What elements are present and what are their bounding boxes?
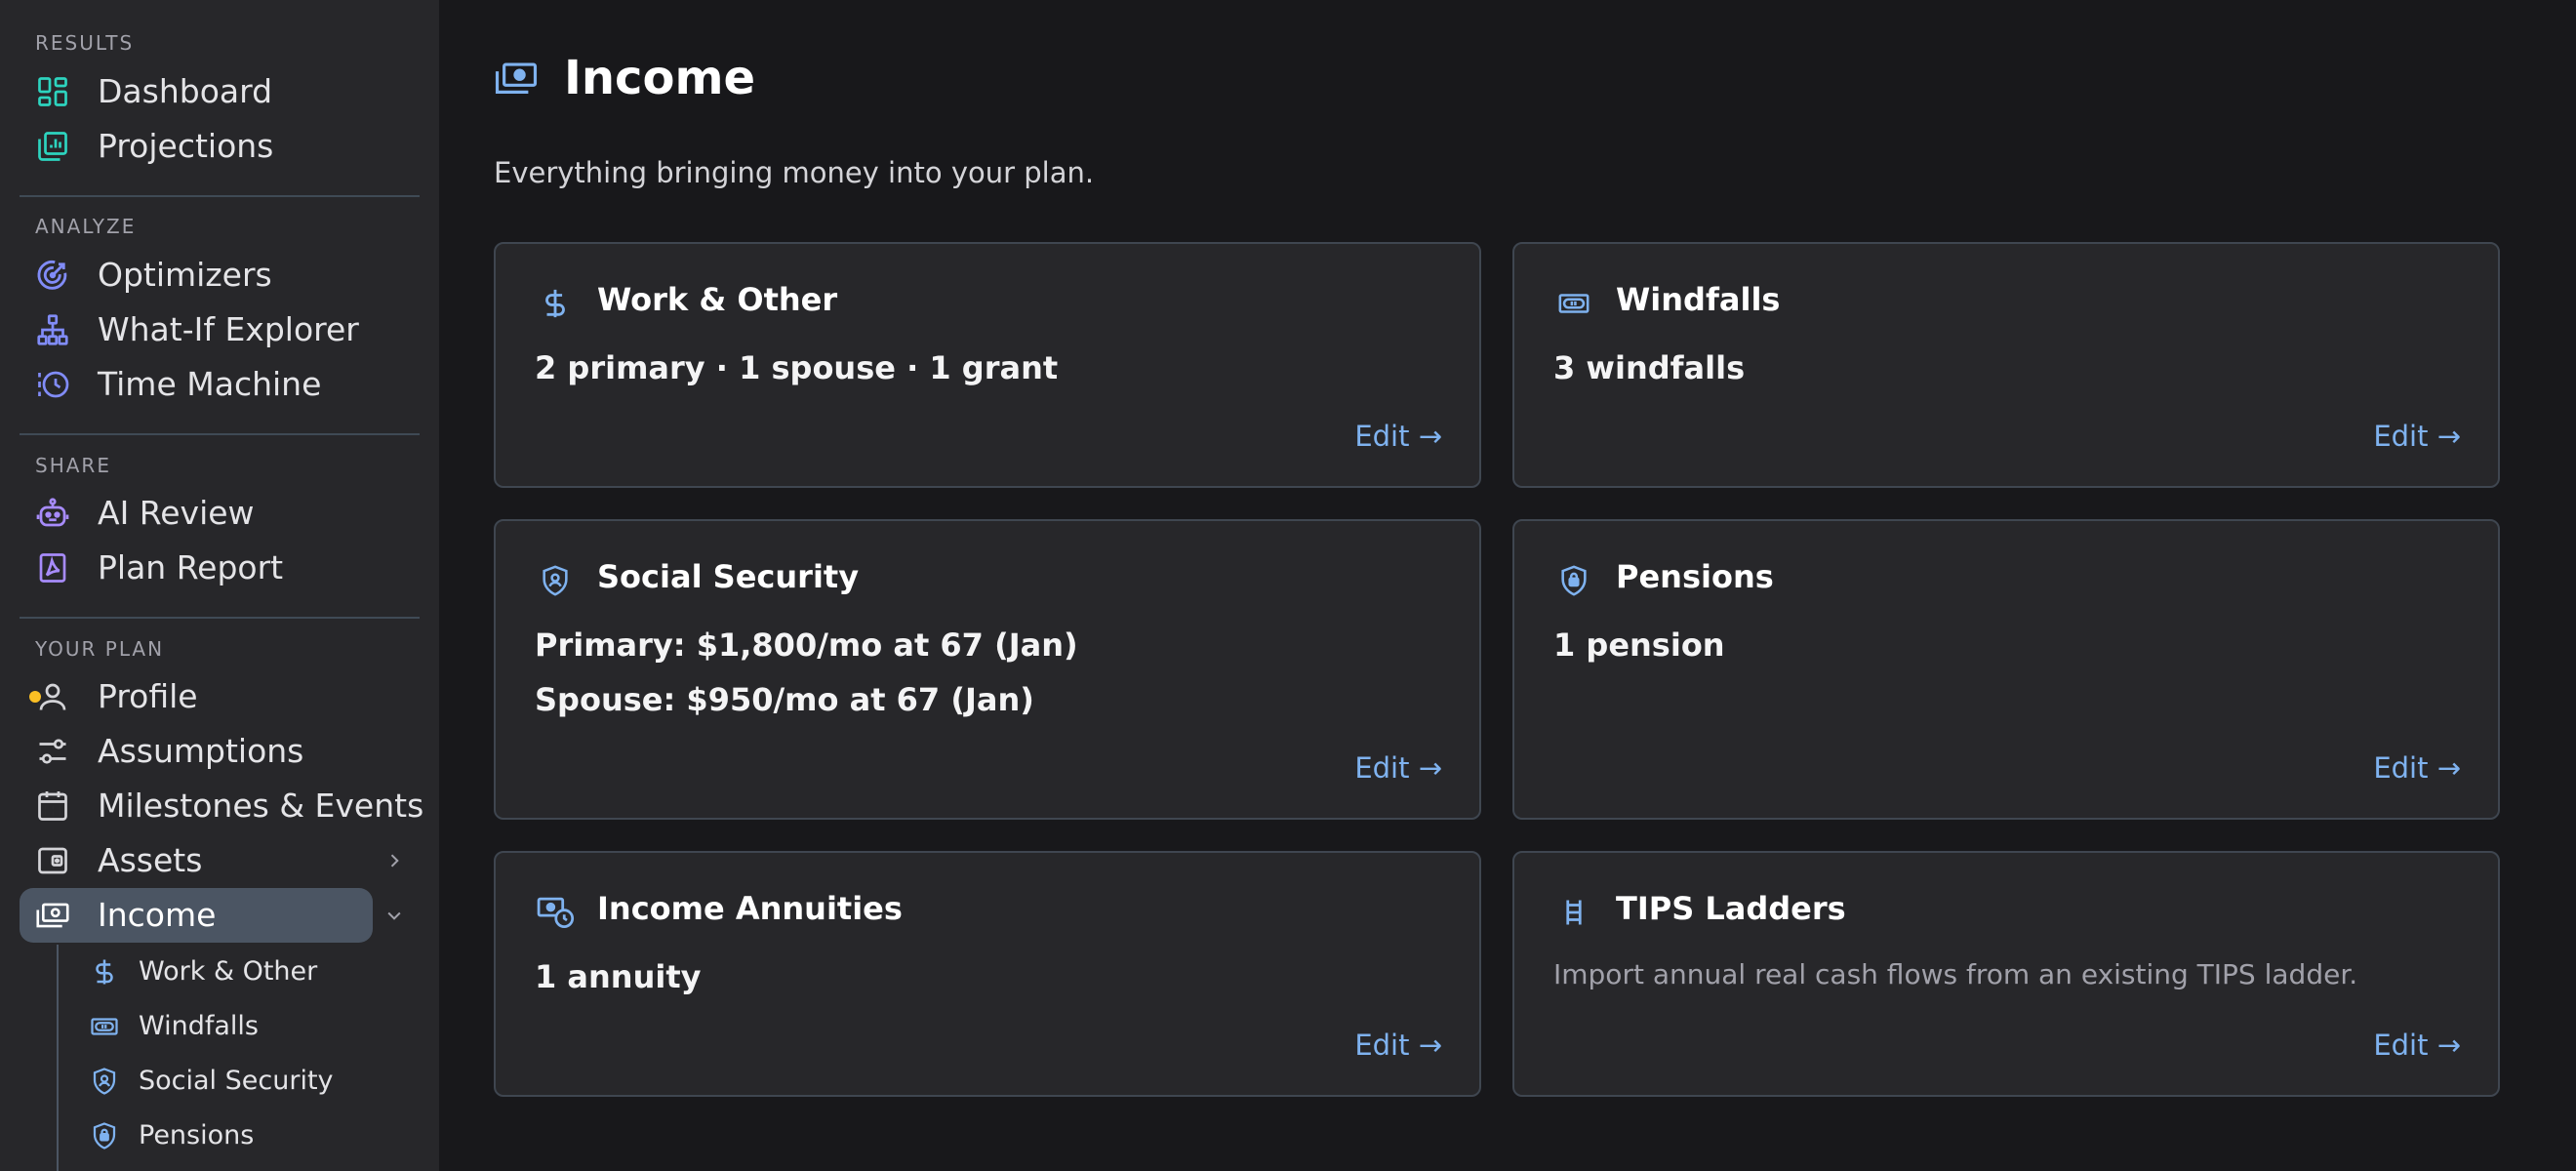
shield-user-icon xyxy=(88,1065,121,1098)
sidebar-subitem-label: Social Security xyxy=(139,1066,334,1096)
sidebar-subitem-windfalls[interactable]: Windfalls xyxy=(78,1002,410,1051)
page-subtitle: Everything bringing money into your plan… xyxy=(494,156,1095,189)
edit-tips-ladders-link[interactable]: Edit → xyxy=(2373,1029,2461,1062)
sidebar-item-label: Dashboard xyxy=(98,72,273,110)
sidebar-item-what-if-explorer[interactable]: What-If Explorer xyxy=(20,303,420,357)
sidebar-item-label: Assets xyxy=(98,841,203,879)
chart-bars-icon xyxy=(35,129,70,164)
dashboard-icon xyxy=(35,74,70,109)
sidebar-item-label: Optimizers xyxy=(98,256,272,294)
card-description: Import annual real cash flows from an ex… xyxy=(1553,958,2358,990)
card-title: Pensions xyxy=(1616,558,1774,595)
sidebar-item-label: Profile xyxy=(98,677,198,715)
edit-work-other-link[interactable]: Edit → xyxy=(1354,420,1442,453)
chevron-down-icon[interactable] xyxy=(377,888,412,943)
shield-lock-icon xyxy=(88,1119,121,1152)
section-title-analyze: ANALYZE xyxy=(35,215,137,238)
sidebar-subitem-label: Windfalls xyxy=(139,1011,259,1041)
chevron-right-icon[interactable] xyxy=(377,833,412,888)
user-icon xyxy=(35,679,70,714)
sidebar-subitem-work-other[interactable]: Work & Other xyxy=(78,948,410,996)
card-summary: 1 pension xyxy=(1553,626,1725,664)
sidebar-item-plan-report[interactable]: Plan Report xyxy=(20,541,420,595)
hierarchy-icon xyxy=(35,312,70,347)
sliders-icon xyxy=(35,734,70,769)
sidebar-item-ai-review[interactable]: AI Review xyxy=(20,486,420,541)
card-income-annuities: Income Annuities 1 annuity Edit → xyxy=(494,851,1481,1097)
sidebar-item-assumptions[interactable]: Assumptions xyxy=(20,724,420,779)
page-title: Income xyxy=(564,51,756,105)
shield-lock-icon xyxy=(1553,560,1594,601)
cash-icon xyxy=(494,61,539,100)
cash-clock-icon xyxy=(535,892,576,933)
sidebar-subitem-label: Work & Other xyxy=(139,956,318,987)
sidebar-divider xyxy=(20,433,420,435)
edit-pensions-link[interactable]: Edit → xyxy=(2373,751,2461,785)
card-summary: 3 windfalls xyxy=(1553,349,1746,386)
card-windfalls: Windfalls 3 windfalls Edit → xyxy=(1512,242,2500,488)
wallet-icon xyxy=(35,843,70,878)
sidebar-item-label: Time Machine xyxy=(98,365,322,403)
calendar-icon xyxy=(35,788,70,824)
card-work-other: Work & Other 2 primary · 1 spouse · 1 gr… xyxy=(494,242,1481,488)
edit-windfalls-link[interactable]: Edit → xyxy=(2373,420,2461,453)
section-title-share: SHARE xyxy=(35,454,111,477)
sidebar-item-milestones-events[interactable]: Milestones & Events xyxy=(20,779,424,833)
sidebar-item-label: Assumptions xyxy=(98,732,304,770)
sidebar-item-optimizers[interactable]: Optimizers xyxy=(20,248,420,303)
dollar-icon xyxy=(88,955,121,989)
sidebar-item-label: Plan Report xyxy=(98,548,284,586)
edit-income-annuities-link[interactable]: Edit → xyxy=(1354,1029,1442,1062)
sidebar: RESULTS Dashboard Projections ANALYZE Op… xyxy=(0,0,439,1171)
card-title: Windfalls xyxy=(1616,281,1781,318)
card-summary: 1 annuity xyxy=(535,958,702,995)
card-tips-ladders: TIPS Ladders Import annual real cash flo… xyxy=(1512,851,2500,1097)
card-title: Income Annuities xyxy=(597,890,903,927)
card-summary-spouse: Spouse: $950/mo at 67 (Jan) xyxy=(535,681,1034,718)
ladder-icon xyxy=(1553,892,1594,933)
edit-social-security-link[interactable]: Edit → xyxy=(1354,751,1442,785)
sidebar-item-label: AI Review xyxy=(98,494,255,532)
subnav-guide-line xyxy=(57,945,59,1171)
sidebar-item-dashboard[interactable]: Dashboard xyxy=(20,64,420,119)
card-title: TIPS Ladders xyxy=(1616,890,1846,927)
sidebar-subitem-social-security[interactable]: Social Security xyxy=(78,1057,410,1106)
sidebar-item-assets[interactable]: Assets xyxy=(20,833,420,888)
target-icon xyxy=(35,258,70,293)
section-title-results: RESULTS xyxy=(35,31,135,55)
card-title: Work & Other xyxy=(597,281,838,318)
sidebar-item-time-machine[interactable]: Time Machine xyxy=(20,357,420,412)
clock-history-icon xyxy=(35,367,70,402)
banknote-icon xyxy=(1553,283,1594,324)
sidebar-item-profile[interactable]: Profile xyxy=(20,669,420,724)
sidebar-subitem-pensions[interactable]: Pensions xyxy=(78,1111,410,1160)
card-summary-primary: Primary: $1,800/mo at 67 (Jan) xyxy=(535,626,1078,664)
card-social-security: Social Security Primary: $1,800/mo at 67… xyxy=(494,519,1481,820)
banknote-icon xyxy=(88,1010,121,1043)
sidebar-item-income[interactable]: Income xyxy=(20,888,373,943)
cash-icon xyxy=(35,898,70,933)
shield-user-icon xyxy=(535,560,576,601)
dollar-icon xyxy=(535,283,576,324)
pdf-document-icon xyxy=(35,550,70,586)
card-title: Social Security xyxy=(597,558,860,595)
section-title-your-plan: YOUR PLAN xyxy=(35,637,165,661)
sidebar-item-label: Income xyxy=(98,896,217,934)
sidebar-divider xyxy=(20,617,420,619)
sidebar-divider xyxy=(20,195,420,197)
robot-icon xyxy=(35,496,70,531)
card-pensions: Pensions 1 pension Edit → xyxy=(1512,519,2500,820)
sidebar-item-label: Milestones & Events xyxy=(98,787,424,825)
sidebar-subitem-label: Pensions xyxy=(139,1120,255,1151)
sidebar-item-projections[interactable]: Projections xyxy=(20,119,420,174)
sidebar-item-label: What-If Explorer xyxy=(98,310,359,348)
sidebar-item-label: Projections xyxy=(98,127,274,165)
card-summary: 2 primary · 1 spouse · 1 grant xyxy=(535,349,1059,386)
